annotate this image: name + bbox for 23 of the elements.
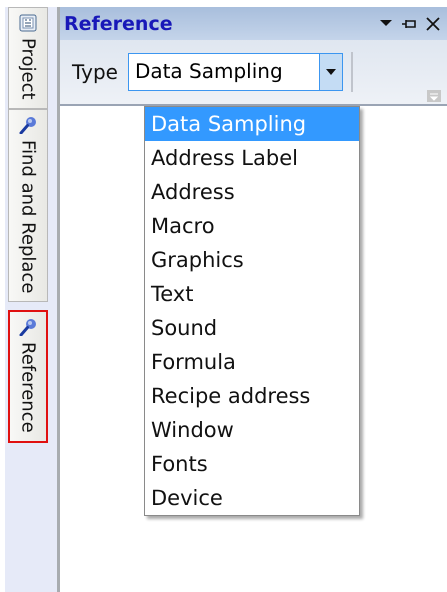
dropdown-item[interactable]: Window: [145, 413, 359, 447]
panel-title: Reference: [64, 12, 173, 34]
dropdown-item[interactable]: Text: [145, 277, 359, 311]
dropdown-item[interactable]: Macro: [145, 209, 359, 243]
side-tab[interactable]: Reference: [8, 310, 48, 443]
dropdown-item[interactable]: Sound: [145, 311, 359, 345]
type-label: Type: [72, 60, 118, 84]
side-tab[interactable]: Project: [8, 7, 48, 109]
dropdown-item[interactable]: Recipe address: [145, 379, 359, 413]
magnifier-icon: [19, 116, 37, 134]
magnifier-icon: [19, 318, 37, 336]
dropdown-item[interactable]: Fonts: [145, 447, 359, 481]
dropdown-item[interactable]: Address: [145, 175, 359, 209]
caret-icon: [326, 69, 336, 75]
table-icon: [19, 14, 37, 32]
dropdown-item[interactable]: Address Label: [145, 141, 359, 175]
dropdown-item[interactable]: Formula: [145, 345, 359, 379]
close-icon[interactable]: [425, 16, 441, 32]
dropdown-item[interactable]: Graphics: [145, 243, 359, 277]
dropdown-item[interactable]: Device: [145, 481, 359, 515]
type-combo[interactable]: Data Sampling: [128, 53, 343, 91]
side-tab[interactable]: Find and Replace: [8, 108, 48, 302]
overflow-icon: [427, 90, 441, 102]
